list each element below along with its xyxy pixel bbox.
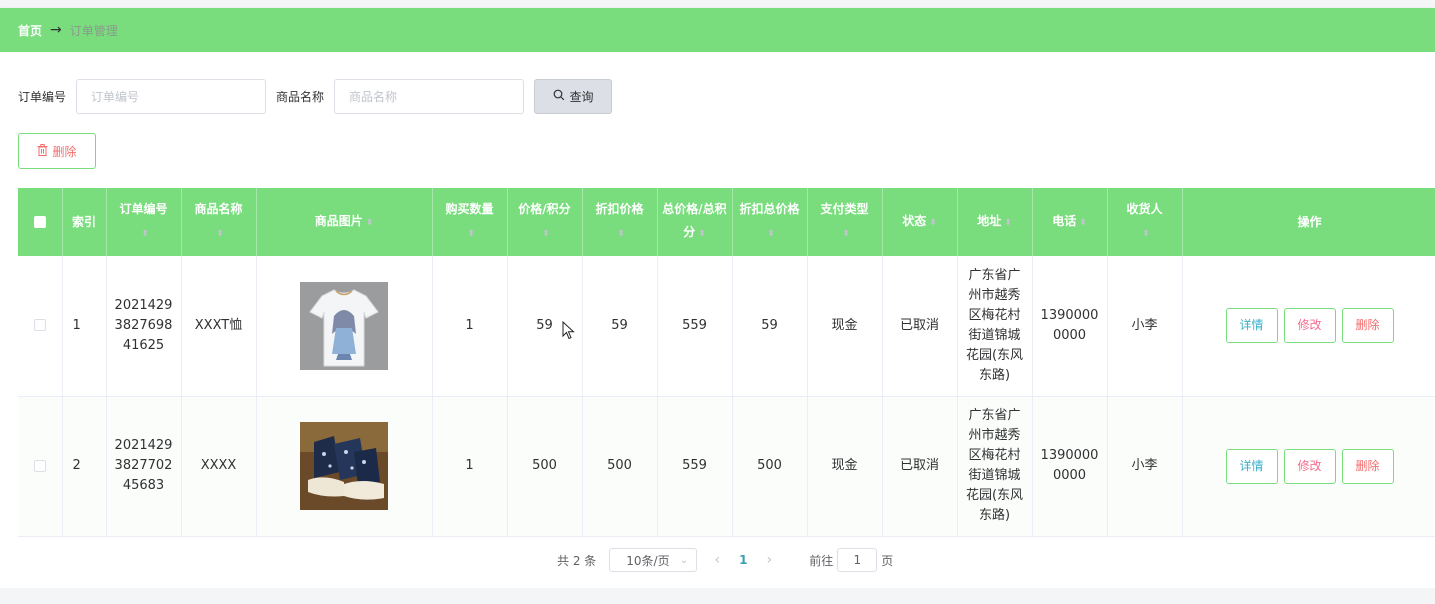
select-all-checkbox[interactable] [33,216,46,228]
sort-icon[interactable]: ⬍ [467,229,475,239]
cell-receiver: 小李 [1107,396,1183,537]
header-pay-type[interactable]: 支付类型 ⬍ [807,188,883,256]
orders-table: 索引 订单编号 ⬍ 商品名称 ⬍ 商品图片 ⬍ 购买数量 ⬍ 价格/积分 ⬍ 折扣价格 ⬍ … [18,188,1435,537]
sort-icon[interactable]: ⬍ [366,218,374,228]
top-breadcrumb-bar: 首页 → 订单管理 [0,8,1435,52]
sort-icon[interactable]: ⬍ [216,229,224,239]
header-actions: 操作 [1182,188,1435,256]
tshirt-image [300,281,388,370]
cell-receiver: 小李 [1107,256,1183,397]
sneaker-image [300,422,388,510]
cell-quantity: 1 [432,396,508,537]
cell-product-name: XXXT恤 [181,256,257,397]
sort-icon[interactable]: ⬍ [1079,218,1087,228]
cell-status: 已取消 [882,256,958,397]
mouse-cursor-icon [562,320,576,345]
detail-button[interactable]: 详情 [1225,448,1278,484]
product-name-label: 商品名称 [276,90,325,104]
table-row: 1 2021429 3827698 41625 XXXT恤 1 59 59 55… [18,256,1435,397]
header-total[interactable]: 总价格/总积分 ⬍ [657,188,733,256]
next-page-icon[interactable]: › [763,552,775,568]
trash-icon [37,143,48,159]
cell-discount-price: 500 [582,396,658,537]
cell-index: 1 [62,256,107,397]
delete-button[interactable]: 删除 [1341,448,1394,484]
header-quantity[interactable]: 购买数量 ⬍ [432,188,508,256]
header-index: 索引 [62,188,107,256]
sort-icon[interactable]: ⬍ [617,229,625,239]
pagination-total: 共 2 条 [557,553,597,568]
pagination: 共 2 条 10条/页 ⌄ ‹ 1 › 前往 页 [557,548,893,572]
breadcrumb-current: 订单管理 [69,23,118,38]
header-receiver[interactable]: 收货人 ⬍ [1107,188,1183,256]
prev-page-icon[interactable]: ‹ [711,552,723,568]
batch-delete-button[interactable]: 删除 [18,133,96,169]
goto-page-input[interactable] [837,548,878,572]
row-checkbox[interactable] [33,459,46,472]
cell-phone: 1390000 0000 [1032,256,1108,397]
cell-discount-price: 59 [582,256,658,397]
cell-total: 559 [657,256,733,397]
delete-button[interactable]: 删除 [1341,308,1394,344]
cell-actions: 详情 修改 删除 [1182,256,1435,397]
query-button[interactable]: 查询 [534,79,613,114]
sort-icon[interactable]: ⬍ [929,218,937,228]
breadcrumb-arrow-icon: → [50,22,62,38]
cell-quantity: 1 [432,256,508,397]
row-checkbox[interactable] [33,319,46,332]
cell-discount-total: 59 [732,256,808,397]
table-row: 2 2021429 3827702 45683 XXXX 1 500 500 5… [18,396,1435,537]
sort-icon[interactable]: ⬍ [767,229,775,239]
cell-order-no: 2021429 3827698 41625 [106,256,182,397]
breadcrumb-home[interactable]: 首页 [18,22,42,39]
main-panel: 订单编号 商品名称 查询 删除 索引 [0,52,1435,588]
search-bar: 订单编号 商品名称 查询 [18,79,613,114]
header-product-name[interactable]: 商品名称 ⬍ [181,188,257,256]
order-no-label: 订单编号 [18,90,67,104]
page-size-select[interactable]: 10条/页 ⌄ [609,548,698,572]
cell-index: 2 [62,396,107,537]
cell-total: 559 [657,396,733,537]
cell-price: 500 [507,396,583,537]
header-phone[interactable]: 电话 ⬍ [1032,188,1108,256]
header-discount-total[interactable]: 折扣总价格⬍ [732,188,808,256]
table-header-row: 索引 订单编号 ⬍ 商品名称 ⬍ 商品图片 ⬍ 购买数量 ⬍ 价格/积分 ⬍ 折扣价格 ⬍ … [18,188,1435,256]
header-product-image[interactable]: 商品图片 ⬍ [256,188,433,256]
detail-button[interactable]: 详情 [1225,308,1278,344]
cell-address: 广东省广 州市越秀 区梅花村 街道锦城 花园(东风 东路) [957,256,1033,397]
header-address[interactable]: 地址 ⬍ [957,188,1033,256]
cell-status: 已取消 [882,396,958,537]
cell-pay-type: 现金 [807,396,883,537]
page-size-value: 10条/页 [626,553,670,568]
cell-product-name: XXXX [181,396,257,537]
batch-delete-label: 删除 [52,144,77,159]
sort-icon[interactable]: ⬍ [842,229,850,239]
cell-address: 广东省广 州市越秀 区梅花村 街道锦城 花园(东风 东路) [957,396,1033,537]
sort-icon[interactable]: ⬍ [542,229,550,239]
cell-discount-total: 500 [732,396,808,537]
cell-pay-type: 现金 [807,256,883,397]
header-order-no[interactable]: 订单编号 ⬍ [106,188,182,256]
chevron-down-icon: ⌄ [679,554,689,566]
header-price[interactable]: 价格/积分 ⬍ [507,188,583,256]
search-icon [553,89,565,104]
order-no-input[interactable] [76,79,267,114]
sort-icon[interactable]: ⬍ [141,229,149,239]
edit-button[interactable]: 修改 [1283,308,1336,344]
select-all-header [18,188,63,256]
page-number-current[interactable]: 1 [737,553,749,567]
sort-icon[interactable]: ⬍ [1004,218,1012,228]
sort-icon[interactable]: ⬍ [1142,229,1150,239]
sort-icon[interactable]: ⬍ [698,229,706,239]
product-name-input[interactable] [334,79,525,114]
page-suffix: 页 [881,553,894,568]
cell-phone: 1390000 0000 [1032,396,1108,537]
header-discount-price[interactable]: 折扣价格 ⬍ [582,188,658,256]
goto-label: 前往 [809,553,834,568]
cell-order-no: 2021429 3827702 45683 [106,396,182,537]
query-button-label: 查询 [569,90,594,104]
cell-actions: 详情 修改 删除 [1182,396,1435,537]
header-status[interactable]: 状态 ⬍ [882,188,958,256]
edit-button[interactable]: 修改 [1283,448,1336,484]
